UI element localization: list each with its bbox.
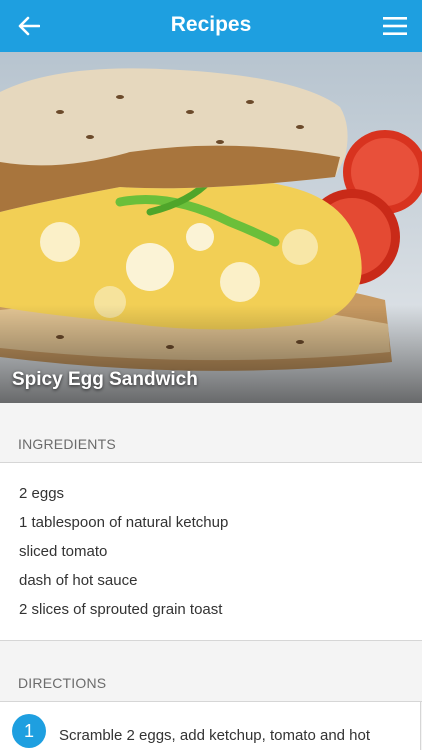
app-header: Recipes <box>0 0 422 52</box>
hamburger-menu-icon <box>383 17 407 35</box>
recipe-photo: Spicy Egg Sandwich <box>0 52 422 403</box>
step-text: Scramble 2 eggs, add ketchup, tomato and… <box>59 727 371 744</box>
recipe-title: Spicy Egg Sandwich <box>12 369 198 390</box>
ingredients-heading: INGREDIENTS <box>18 436 116 452</box>
ingredients-section-header: INGREDIENTS <box>0 403 422 463</box>
sandwich-image <box>0 52 422 403</box>
list-item: sliced tomato <box>19 543 108 560</box>
list-item: 2 eggs <box>19 485 65 502</box>
list-item: dash of hot sauce <box>19 572 138 589</box>
list-item: 2 slices of sprouted grain toast <box>19 601 223 618</box>
list-item: 1 tablespoon of natural ketchup <box>19 514 229 531</box>
directions-heading: DIRECTIONS <box>18 675 107 691</box>
page-title: Recipes <box>170 13 252 36</box>
directions-section-header: DIRECTIONS <box>0 641 422 702</box>
direction-step: 1 Scramble 2 eggs, add ketchup, tomato a… <box>0 702 421 750</box>
menu-button[interactable] <box>378 9 412 43</box>
ingredients-list: 2 eggs 1 tablespoon of natural ketchup s… <box>0 463 422 641</box>
step-number-badge: 1 <box>12 714 46 748</box>
